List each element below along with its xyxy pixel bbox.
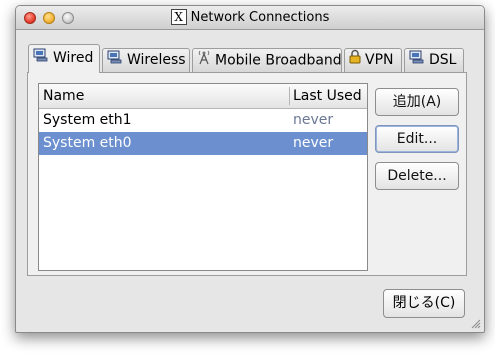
tab-dsl[interactable]: DSL bbox=[404, 48, 464, 72]
close-button[interactable]: 閉じる(C) bbox=[383, 289, 465, 318]
wired-tab-panel: Name Last Used System eth1 never System … bbox=[27, 72, 467, 276]
connections-list[interactable]: Name Last Used System eth1 never System … bbox=[38, 83, 368, 271]
row-last-used: never bbox=[293, 135, 334, 151]
tab-mobile-broadband-label: Mobile Broadband bbox=[215, 52, 342, 69]
edit-button[interactable]: Edit... bbox=[375, 125, 459, 153]
tab-mobile-broadband[interactable]: Mobile Broadband bbox=[192, 48, 342, 72]
list-row-eth1[interactable]: System eth1 never bbox=[39, 109, 367, 132]
row-name: System eth0 bbox=[43, 135, 132, 151]
tab-vpn[interactable]: VPN bbox=[344, 48, 402, 72]
x11-app-icon: X bbox=[170, 8, 187, 25]
tab-dsl-label: DSL bbox=[429, 52, 457, 68]
antenna-icon bbox=[197, 49, 211, 72]
dsl-icon bbox=[409, 49, 425, 71]
title-area: X Network Connections bbox=[16, 6, 484, 29]
row-name: System eth1 bbox=[43, 112, 132, 128]
column-divider[interactable] bbox=[289, 87, 290, 105]
window-title: Network Connections bbox=[190, 10, 330, 25]
wired-icon bbox=[33, 45, 49, 71]
tab-vpn-label: VPN bbox=[365, 52, 394, 68]
add-button[interactable]: 追加(A) bbox=[375, 88, 459, 116]
row-last-used: never bbox=[293, 112, 334, 128]
column-header-name[interactable]: Name bbox=[43, 84, 84, 108]
tab-wired[interactable]: Wired bbox=[28, 44, 100, 73]
tab-wireless-label: Wireless bbox=[127, 52, 186, 68]
wireless-icon bbox=[107, 49, 123, 71]
column-header-last-used[interactable]: Last Used bbox=[293, 84, 362, 108]
lock-icon bbox=[349, 49, 361, 71]
resize-grip-icon[interactable] bbox=[469, 317, 481, 329]
delete-button[interactable]: Delete... bbox=[375, 162, 459, 190]
tab-wireless[interactable]: Wireless bbox=[102, 48, 190, 72]
network-connections-window: X Network Connections Wired Wireless Mobi… bbox=[15, 5, 485, 333]
tab-wired-label: Wired bbox=[53, 50, 94, 66]
list-header: Name Last Used bbox=[39, 84, 367, 109]
title-bar[interactable]: X Network Connections bbox=[16, 6, 484, 30]
list-row-eth0[interactable]: System eth0 never bbox=[39, 132, 367, 155]
